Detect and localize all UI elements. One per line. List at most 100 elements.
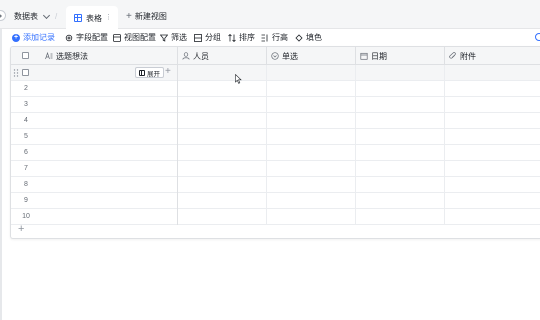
column-divider: [444, 209, 445, 225]
person-icon: [182, 52, 190, 60]
grid-header-row: 选题想法 人员 单选 日期 附件: [11, 47, 540, 65]
add-record-label: 添加记录: [23, 33, 55, 42]
sort-button[interactable]: 排序: [228, 32, 255, 43]
row-height-button[interactable]: 行高: [261, 32, 288, 43]
column-divider: [444, 129, 445, 145]
table-row[interactable]: 4: [11, 113, 540, 129]
view-settings-icon: [113, 33, 121, 42]
fill-color-button[interactable]: 填色: [295, 32, 322, 43]
toolbar: + 添加记录 字段配置 视图配置 筛选 分组 排序 行高 填色: [0, 29, 540, 45]
row-number: 3: [24, 101, 28, 108]
column-header-date[interactable]: 日期: [356, 47, 445, 65]
table-row[interactable]: 2: [11, 81, 540, 97]
column-divider: [355, 113, 356, 129]
column-divider: [266, 209, 267, 225]
column-divider: [177, 161, 178, 177]
column-header-person[interactable]: 人员: [178, 47, 267, 65]
add-plus-icon[interactable]: +: [165, 67, 171, 77]
filter-button[interactable]: 筛选: [160, 32, 187, 43]
column-label-person: 人员: [193, 51, 209, 61]
add-row-plus-icon[interactable]: +: [18, 224, 24, 235]
row-checkbox[interactable]: [22, 69, 29, 76]
table-row[interactable]: 展开 +: [11, 65, 540, 81]
chevron-down-icon: [42, 11, 51, 19]
column-header-attachment[interactable]: 附件: [445, 47, 540, 65]
paint-bucket-icon: [295, 33, 303, 42]
column-divider: [266, 145, 267, 161]
column-divider: [444, 193, 445, 209]
left-edge-border: [0, 0, 2, 320]
column-label-attachment: 附件: [460, 51, 476, 61]
column-divider: [266, 65, 267, 81]
expand-record-button[interactable]: 展开: [135, 67, 164, 78]
gear-icon: [65, 34, 73, 42]
sort-icon: [228, 33, 236, 42]
group-button[interactable]: 分组: [194, 32, 221, 43]
column-divider: [444, 177, 445, 193]
field-config-label: 字段配置: [76, 33, 108, 42]
column-divider: [266, 193, 267, 209]
column-divider: [444, 161, 445, 177]
row-number: 6: [24, 149, 28, 156]
row-number: 4: [24, 117, 28, 124]
filter-icon: [160, 34, 168, 42]
datatable-menu[interactable]: 数据表: [14, 11, 51, 22]
table-row[interactable]: 10: [11, 209, 540, 225]
column-divider: [355, 129, 356, 145]
expand-icon: [139, 69, 145, 76]
field-config-button[interactable]: 字段配置: [65, 32, 108, 43]
app-window: 数据表 / 表格 ⋮ + 新建视图 + 添加记录 字段配置 视图配置 筛选 分组…: [0, 0, 540, 320]
table-row[interactable]: 5: [11, 129, 540, 145]
column-header-topic[interactable]: 选题想法: [41, 47, 178, 65]
breadcrumb-separator: /: [55, 12, 58, 21]
tab-grid-view[interactable]: 表格 ⋮: [66, 6, 118, 30]
table-row[interactable]: 6: [11, 145, 540, 161]
calendar-icon: [360, 52, 368, 60]
column-divider: [355, 65, 356, 81]
data-grid: 选题想法 人员 单选 日期 附件 展开 + 2 3 4 5 6 7 8 9 10…: [10, 46, 540, 239]
table-row[interactable]: 7: [11, 161, 540, 177]
column-divider: [177, 65, 178, 81]
column-divider: [444, 81, 445, 97]
select-all-checkbox[interactable]: [22, 52, 29, 59]
column-divider: [177, 177, 178, 193]
column-divider: [355, 193, 356, 209]
sort-label: 排序: [239, 33, 255, 42]
table-row[interactable]: 8: [11, 177, 540, 193]
row-number: 8: [24, 181, 28, 188]
row-number: 7: [24, 165, 28, 172]
sidebar-toggle-icon[interactable]: [0, 10, 6, 21]
plus-icon: +: [126, 10, 132, 22]
column-header-single-select[interactable]: 单选: [267, 47, 356, 65]
column-divider: [266, 97, 267, 113]
right-panel-icon[interactable]: [535, 33, 540, 41]
column-divider: [444, 113, 445, 129]
new-view-button[interactable]: + 新建视图: [126, 11, 167, 22]
row-height-label: 行高: [272, 33, 288, 42]
tab-grid-view-label: 表格: [86, 13, 102, 23]
more-icon[interactable]: ⋮: [105, 14, 112, 21]
row-number: 2: [24, 85, 28, 92]
column-divider: [444, 65, 445, 81]
column-divider: [355, 145, 356, 161]
mouse-cursor-icon: [235, 74, 242, 84]
row-number: 9: [24, 197, 28, 204]
column-label-date: 日期: [371, 51, 387, 61]
add-record-button[interactable]: + 添加记录: [12, 32, 55, 43]
row-height-icon: [261, 34, 269, 42]
column-divider: [177, 97, 178, 113]
grid-view-icon: [74, 14, 82, 22]
column-divider: [444, 97, 445, 113]
column-divider: [177, 145, 178, 161]
table-row[interactable]: 9: [11, 193, 540, 209]
table-row[interactable]: 3: [11, 97, 540, 113]
column-divider: [177, 113, 178, 129]
column-divider: [355, 81, 356, 97]
drag-handle-icon[interactable]: [13, 69, 19, 77]
column-divider: [177, 209, 178, 225]
single-select-icon: [271, 52, 279, 60]
top-bar: 数据表 / 表格 ⋮ + 新建视图: [0, 0, 540, 30]
view-config-label: 视图配置: [124, 33, 156, 42]
column-label-topic: 选题想法: [56, 51, 88, 61]
view-config-button[interactable]: 视图配置: [113, 32, 156, 43]
